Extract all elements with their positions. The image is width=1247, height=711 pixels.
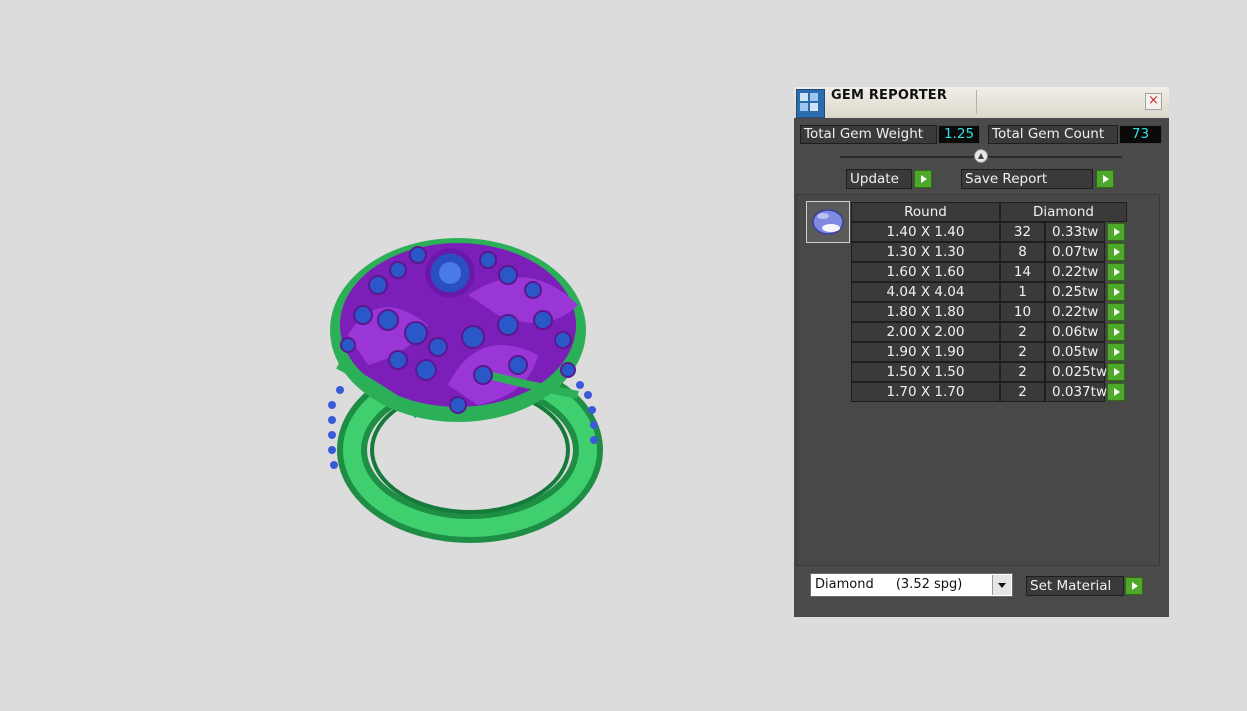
gem-weight-cell[interactable]: 0.25tw	[1045, 282, 1105, 302]
material-select-name: Diamond	[815, 577, 874, 592]
title-divider	[976, 90, 977, 114]
row-arrow-icon[interactable]	[1107, 303, 1125, 321]
row-arrow-icon[interactable]	[1107, 283, 1125, 301]
gem-weight-cell[interactable]: 0.33tw	[1045, 222, 1105, 242]
save-report-arrow-icon[interactable]	[1096, 170, 1114, 188]
panel-title: GEM REPORTER	[831, 88, 948, 103]
total-gem-count-label: Total Gem Count	[988, 125, 1118, 144]
gem-count-cell[interactable]: 2	[1000, 362, 1045, 382]
gem-count-cell[interactable]: 2	[1000, 322, 1045, 342]
gem-count-cell[interactable]: 2	[1000, 342, 1045, 362]
set-material-button-label: Set Material	[1030, 578, 1112, 594]
gem-reporter-panel: GEM REPORTER × Total Gem Weight 1.25 Tot…	[794, 87, 1169, 617]
gem-size-cell[interactable]: 1.80 X 1.80	[851, 302, 1000, 322]
set-material-arrow-icon[interactable]	[1125, 577, 1143, 595]
save-report-button[interactable]: Save Report	[961, 169, 1093, 189]
gem-size-cell[interactable]: 2.00 X 2.00	[851, 322, 1000, 342]
row-arrow-icon[interactable]	[1107, 323, 1125, 341]
gem-count-cell[interactable]: 1	[1000, 282, 1045, 302]
gem-count-cell[interactable]: 2	[1000, 382, 1045, 402]
set-material-button[interactable]: Set Material	[1026, 576, 1124, 596]
row-arrow-icon[interactable]	[1107, 383, 1125, 401]
gem-weight-cell[interactable]: 0.05tw	[1045, 342, 1105, 362]
row-arrow-icon[interactable]	[1107, 243, 1125, 261]
gem-reporter-app-icon	[796, 89, 825, 118]
row-arrow-icon[interactable]	[1107, 363, 1125, 381]
panel-titlebar[interactable]: GEM REPORTER ×	[794, 87, 1169, 118]
update-button[interactable]: Update	[846, 169, 912, 189]
row-arrow-icon[interactable]	[1107, 223, 1125, 241]
gem-weight-cell[interactable]: 0.06tw	[1045, 322, 1105, 342]
3d-viewport[interactable]	[0, 0, 780, 711]
total-gem-count-value: 73	[1119, 125, 1162, 144]
gem-size-cell[interactable]: 4.04 X 4.04	[851, 282, 1000, 302]
gem-weight-cell[interactable]: 0.025tw	[1045, 362, 1107, 382]
ring-model	[328, 238, 603, 543]
gem-size-cell[interactable]: 1.50 X 1.50	[851, 362, 1000, 382]
gem-count-cell[interactable]: 10	[1000, 302, 1045, 322]
gem-count-cell[interactable]: 8	[1000, 242, 1045, 262]
gem-size-cell[interactable]: 1.70 X 1.70	[851, 382, 1000, 402]
gem-size-cell[interactable]: 1.60 X 1.60	[851, 262, 1000, 282]
material-select-gravity: (3.52 spg)	[895, 577, 963, 592]
gem-weight-cell[interactable]: 0.037tw	[1045, 382, 1107, 402]
gem-size-cell[interactable]: 1.90 X 1.90	[851, 342, 1000, 362]
gem-size-cell[interactable]: 1.40 X 1.40	[851, 222, 1000, 242]
material-select[interactable]: Diamond (3.52 spg)	[810, 573, 1013, 597]
total-gem-weight-label: Total Gem Weight	[800, 125, 937, 144]
splitter-handle[interactable]: ▲	[974, 149, 988, 163]
update-arrow-icon[interactable]	[914, 170, 932, 188]
save-report-button-label: Save Report	[965, 171, 1048, 187]
gem-size-cell[interactable]: 1.30 X 1.30	[851, 242, 1000, 262]
gem-shape-thumbnail[interactable]	[806, 201, 850, 243]
gem-count-cell[interactable]: 14	[1000, 262, 1045, 282]
row-arrow-icon[interactable]	[1107, 343, 1125, 361]
gem-weight-cell[interactable]: 0.22tw	[1045, 262, 1105, 282]
gem-weight-cell[interactable]: 0.22tw	[1045, 302, 1105, 322]
gem-count-cell[interactable]: 32	[1000, 222, 1045, 242]
update-button-label: Update	[850, 171, 899, 187]
total-gem-weight-value: 1.25	[938, 125, 980, 144]
column-header-material[interactable]: Diamond	[1000, 202, 1127, 222]
close-icon[interactable]: ×	[1145, 93, 1162, 110]
row-arrow-icon[interactable]	[1107, 263, 1125, 281]
chevron-down-icon[interactable]	[992, 575, 1011, 595]
gem-weight-cell[interactable]: 0.07tw	[1045, 242, 1105, 262]
column-header-shape[interactable]: Round	[851, 202, 1000, 222]
